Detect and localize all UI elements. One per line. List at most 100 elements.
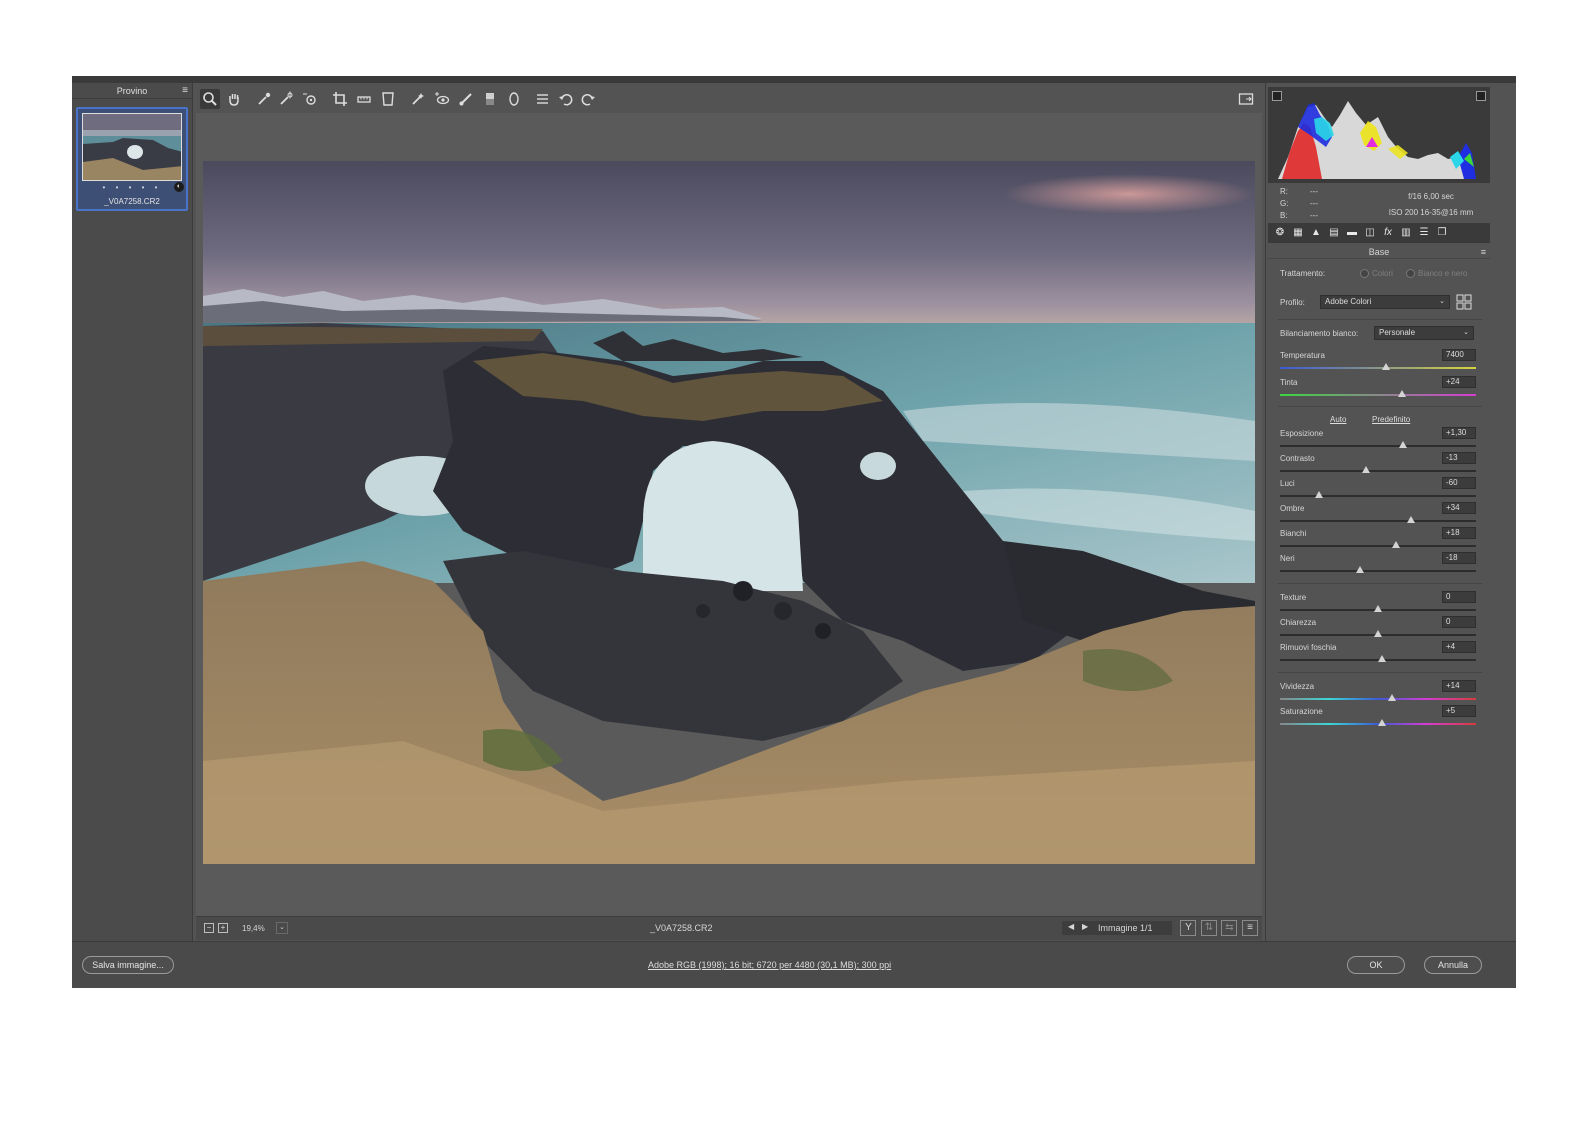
slider-texture[interactable]: Texture 0 — [1280, 591, 1476, 617]
slider-handle[interactable] — [1381, 363, 1390, 370]
tab-base-icon[interactable]: ❂ — [1272, 226, 1288, 240]
slider-value-input[interactable]: 0 — [1442, 591, 1476, 603]
slider-esposizione[interactable]: Esposizione +1,30 — [1280, 427, 1476, 453]
slider-handle[interactable] — [1315, 491, 1324, 498]
auto-link[interactable]: Auto — [1330, 415, 1346, 424]
slider-track[interactable] — [1280, 570, 1476, 572]
fullscreen-icon[interactable] — [1236, 89, 1256, 109]
transform-icon[interactable] — [378, 89, 398, 109]
zoom-icon[interactable] — [200, 89, 220, 109]
swap-icon[interactable]: ⇅ — [1200, 920, 1217, 936]
slider-track[interactable] — [1280, 394, 1476, 396]
tab-presets-icon[interactable]: ☰ — [1416, 226, 1432, 240]
slider-value-input[interactable]: -60 — [1442, 477, 1476, 489]
slider-handle[interactable] — [1391, 541, 1400, 548]
slider-handle[interactable] — [1374, 605, 1382, 612]
slider-handle[interactable] — [1377, 719, 1386, 726]
tab-effects-icon[interactable]: fx — [1380, 226, 1396, 240]
slider-handle[interactable] — [1397, 390, 1406, 397]
slider-handle[interactable] — [1399, 441, 1408, 448]
before-after-icon[interactable]: Y — [1180, 920, 1197, 936]
zoom-dropdown[interactable]: ⌄ — [276, 922, 288, 934]
slider-handle[interactable] — [1362, 466, 1371, 473]
slider-saturazione[interactable]: Saturazione +5 — [1280, 705, 1476, 731]
next-image-icon[interactable]: ▶ — [1082, 922, 1088, 931]
slider-track[interactable] — [1280, 545, 1476, 547]
copy-settings-icon[interactable]: ⇆ — [1221, 920, 1238, 936]
slider-value-input[interactable]: +5 — [1442, 705, 1476, 717]
cancel-button[interactable]: Annulla — [1424, 956, 1482, 974]
tab-hsl-icon[interactable]: ▤ — [1326, 226, 1342, 240]
slider-value-input[interactable]: -13 — [1442, 452, 1476, 464]
slider-track[interactable] — [1280, 367, 1476, 369]
slider-value-input[interactable]: +24 — [1442, 376, 1476, 388]
slider-ombre[interactable]: Ombre +34 — [1280, 502, 1476, 528]
color-sampler-icon[interactable] — [276, 89, 296, 109]
slider-value-input[interactable]: -18 — [1442, 552, 1476, 564]
default-link[interactable]: Predefinito — [1372, 415, 1410, 424]
workflow-options-link[interactable]: Adobe RGB (1998); 16 bit; 6720 per 4480 … — [648, 960, 891, 970]
tab-curve-icon[interactable]: ▦ — [1290, 226, 1306, 240]
slider-contrasto[interactable]: Contrasto -13 — [1280, 452, 1476, 478]
crop-icon[interactable] — [330, 89, 350, 109]
targeted-adjust-icon[interactable] — [300, 89, 320, 109]
red-eye-icon[interactable] — [432, 89, 452, 109]
slider-track[interactable] — [1280, 698, 1476, 700]
brush-icon[interactable] — [456, 89, 476, 109]
slider-value-input[interactable]: +1,30 — [1442, 427, 1476, 439]
ok-button[interactable]: OK — [1347, 956, 1405, 974]
slider-value-input[interactable]: +34 — [1442, 502, 1476, 514]
preview-settings-icon[interactable]: ≡ — [1242, 920, 1258, 936]
hand-icon[interactable] — [224, 89, 244, 109]
slider-value-input[interactable]: 0 — [1442, 616, 1476, 628]
presets-icon[interactable] — [532, 89, 552, 109]
slider-track[interactable] — [1280, 445, 1476, 447]
slider-tinta[interactable]: Tinta +24 — [1280, 376, 1476, 402]
tab-calibration-icon[interactable]: ▥ — [1398, 226, 1414, 240]
zoom-in-button[interactable]: + — [218, 923, 228, 933]
radial-filter-icon[interactable] — [504, 89, 524, 109]
previous-image-icon[interactable]: ◀ — [1068, 922, 1074, 931]
spot-removal-icon[interactable] — [408, 89, 428, 109]
slider-neri[interactable]: Neri -18 — [1280, 552, 1476, 578]
white-balance-icon[interactable] — [254, 89, 274, 109]
slider-handle[interactable] — [1407, 516, 1416, 523]
wb-select[interactable]: Personale ⌄ — [1374, 326, 1474, 340]
slider-foschia[interactable]: Rimuovi foschia +4 — [1280, 641, 1476, 667]
slider-value-input[interactable]: +14 — [1442, 680, 1476, 692]
rotate-right-icon[interactable] — [578, 89, 598, 109]
tab-lens-icon[interactable]: ◫ — [1362, 226, 1378, 240]
slider-value-input[interactable]: +4 — [1442, 641, 1476, 653]
treatment-color-option[interactable]: Colori — [1360, 269, 1393, 279]
profile-browser-icon[interactable] — [1456, 294, 1472, 310]
save-image-button[interactable]: Salva immagine... — [82, 956, 174, 974]
slider-value-input[interactable]: +18 — [1442, 527, 1476, 539]
slider-track[interactable] — [1280, 470, 1476, 472]
slider-vividezza[interactable]: Vividezza +14 — [1280, 680, 1476, 706]
rating-stars[interactable]: • • • • • — [78, 183, 186, 192]
graduated-filter-icon[interactable] — [480, 89, 500, 109]
panel-menu-icon[interactable]: ≡ — [1481, 245, 1486, 259]
zoom-out-button[interactable]: − — [204, 923, 214, 933]
slider-handle[interactable] — [1374, 630, 1382, 637]
tab-snapshots-icon[interactable]: ❐ — [1434, 226, 1450, 240]
straighten-icon[interactable] — [354, 89, 374, 109]
slider-temperatura[interactable]: Temperatura 7400 — [1280, 349, 1476, 375]
tab-split-toning-icon[interactable]: ▬ — [1344, 226, 1360, 240]
slider-track[interactable] — [1280, 520, 1476, 522]
preview-canvas[interactable] — [196, 113, 1262, 916]
filmstrip-menu-icon[interactable]: ≡ — [182, 83, 188, 99]
slider-track[interactable] — [1280, 495, 1476, 497]
slider-handle[interactable] — [1387, 694, 1396, 701]
slider-bianchi[interactable]: Bianchi +18 — [1280, 527, 1476, 553]
slider-chiarezza[interactable]: Chiarezza 0 — [1280, 616, 1476, 642]
profile-select[interactable]: Adobe Colori ⌄ — [1320, 295, 1450, 309]
tab-detail-icon[interactable]: ▲ — [1308, 226, 1324, 240]
slider-handle[interactable] — [1356, 566, 1365, 573]
slider-value-input[interactable]: 7400 — [1442, 349, 1476, 361]
slider-luci[interactable]: Luci -60 — [1280, 477, 1476, 503]
rotate-left-icon[interactable] — [556, 89, 576, 109]
filmstrip-thumbnail[interactable]: • • • • • ◐ _V0A7258.CR2 — [76, 107, 188, 211]
slider-handle[interactable] — [1377, 655, 1386, 662]
treatment-bw-option[interactable]: Bianco e nero — [1406, 269, 1467, 279]
